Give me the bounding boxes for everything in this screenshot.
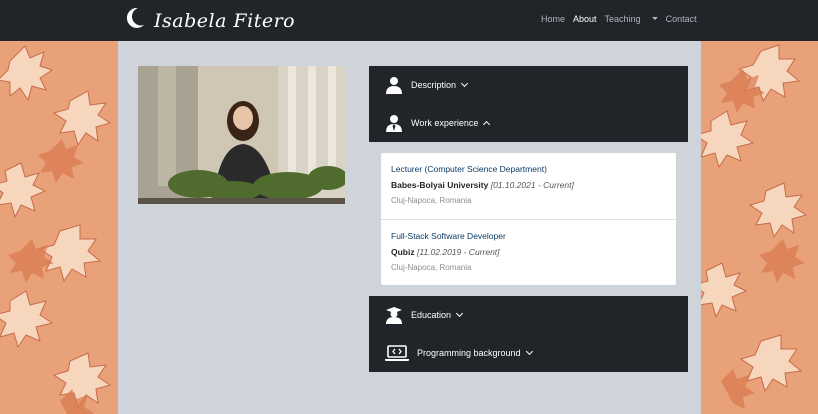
list-item: Lecturer (Computer Science Department) B… [381,153,676,219]
list-item: Full-Stack Software Developer Qubiz [11.… [381,219,676,285]
job-dates: [01.10.2021 - Current] [490,180,574,190]
right-leaf-background [701,41,818,414]
caret-down-icon [651,17,658,20]
job-organization: Qubiz [391,247,415,257]
job-company: Babes-Bolyai University [01.10.2021 - Cu… [391,179,666,191]
job-location: Cluj-Napoca, Romania [391,263,472,272]
graduate-icon [385,305,403,325]
nav-teaching-label: Teaching [604,14,641,24]
chevron-down-icon [525,347,533,356]
nav-home[interactable]: Home [541,14,565,24]
work-experience-header[interactable]: Work experience [369,104,688,142]
description-label: Description [411,80,457,90]
education-label: Education [411,310,452,320]
left-leaf-background [0,41,118,414]
about-accordion: Description Work experience Lecturer (Co… [369,66,688,372]
job-dates: [11.02.2019 - Current] [416,247,500,257]
main-nav: Home About Teaching Contact [541,14,705,24]
job-organization: Babes-Bolyai University [391,180,489,190]
person-icon [385,75,403,95]
work-experience-label: Work experience [411,118,479,128]
job-location: Cluj-Napoca, Romania [391,196,472,205]
programming-header[interactable]: Programming background [369,334,688,372]
brand-name: Isabela Fitero [154,9,296,32]
profile-photo [138,66,345,204]
crescent-moon-icon [124,6,146,35]
education-header[interactable]: Education [369,296,688,334]
programming-label: Programming background [417,348,521,358]
job-list: Lecturer (Computer Science Department) B… [381,153,676,285]
nav-contact[interactable]: Contact [666,14,697,24]
brand[interactable]: Isabela Fitero [124,6,295,35]
job-title: Lecturer (Computer Science Department) [391,164,547,174]
top-navbar: Isabela Fitero Home About Teaching Conta… [0,0,818,41]
chevron-up-icon [483,120,491,129]
nav-teaching[interactable]: Teaching [605,14,658,24]
chevron-down-icon [455,309,464,318]
job-company: Qubiz [11.02.2019 - Current] [391,246,666,258]
description-header[interactable]: Description [369,66,688,104]
nav-about[interactable]: About [573,14,597,24]
laptop-code-icon [385,343,409,363]
work-experience-body: Lecturer (Computer Science Department) B… [369,142,688,296]
chevron-down-icon [460,79,469,88]
person-tie-icon [385,113,403,133]
job-title: Full-Stack Software Developer [391,231,506,241]
